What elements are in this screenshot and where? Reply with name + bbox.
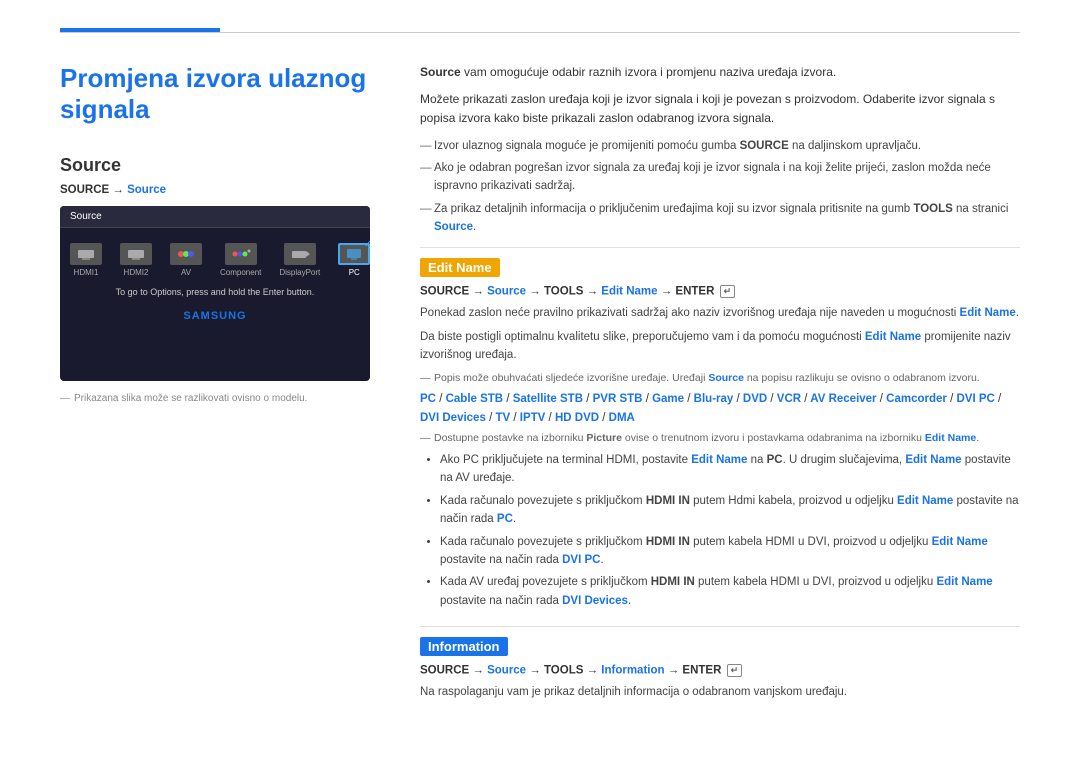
tv-icon-pc[interactable]: ✓ PC xyxy=(338,243,370,277)
dot-item-1: Ako PC priključujete na terminal HDMI, p… xyxy=(440,451,1020,488)
page-container: Promjena izvora ulaznog signala Source S… xyxy=(0,0,1080,763)
tv-icon-box-component xyxy=(225,243,257,265)
info-enter-icon: ↵ xyxy=(727,664,743,677)
information-title: Information xyxy=(420,637,508,656)
cmd-editname-link: Edit Name xyxy=(601,285,657,297)
editname-body-2: Da biste postigli optimalnu kvalitetu sl… xyxy=(420,328,1020,365)
bullet-item-3: Za prikaz detaljnih informacija o priklj… xyxy=(420,200,1020,237)
device-list: PC / Cable STB / Satellite STB / PVR STB… xyxy=(420,390,1020,427)
dot-item-3: Kada računalo povezujete s priključkom H… xyxy=(440,533,1020,570)
cmd-source-link: Source xyxy=(487,285,526,297)
intro-text-1: vam omogućuje odabir raznih izvora i pro… xyxy=(461,65,837,79)
info-cmd-info-link: Information xyxy=(601,665,664,677)
tv-message: To go to Options, press and hold the Ent… xyxy=(60,282,370,302)
edit-name-title: Edit Name xyxy=(420,258,500,277)
intro-bold-source: Source xyxy=(420,65,461,79)
tv-icon-label-av: AV xyxy=(181,268,191,277)
dot-item-2: Kada računalo povezujete s priključkom H… xyxy=(440,492,1020,529)
right-column: Source vam omogućuje odabir raznih izvor… xyxy=(420,63,1020,717)
tv-icon-box-hdmi1 xyxy=(70,243,102,265)
tv-screen: Source HDMI1 HDMI2 xyxy=(60,206,370,381)
tv-screen-header: Source xyxy=(60,206,370,228)
left-column: Promjena izvora ulaznog signala Source S… xyxy=(60,63,380,717)
source-path-link[interactable]: Source xyxy=(127,184,166,196)
samsung-logo: SAMSUNG xyxy=(60,302,370,330)
intro-paragraph-2: Možete prikazati zaslon uređaja koji je … xyxy=(420,90,1020,128)
edit-name-cmd: SOURCE → Source → TOOLS → Edit Name → EN… xyxy=(420,285,1020,298)
edit-name-section: Edit Name SOURCE → Source → TOOLS → Edit… xyxy=(420,258,1020,611)
tv-icon-label-pc: PC xyxy=(349,268,360,277)
info-cmd-source-link: Source xyxy=(487,665,526,677)
separator-2 xyxy=(420,626,1020,627)
tv-icon-av[interactable]: AV xyxy=(170,243,202,277)
editname-note-1: Popis može obuhvaćati sljedeće izvorišne… xyxy=(420,371,1020,387)
editname-note-2: Dostupne postavke na izborniku Picture o… xyxy=(420,431,1020,447)
cmd-tools-label: TOOLS xyxy=(544,285,583,297)
tv-icon-label-hdmi1: HDMI1 xyxy=(74,268,99,277)
intro-bullet-list: Izvor ulaznog signala moguće je promijen… xyxy=(420,137,1020,237)
page-title: Promjena izvora ulaznog signala xyxy=(60,63,380,125)
tv-icon-label-hdmi2: HDMI2 xyxy=(124,268,149,277)
enter-icon: ↵ xyxy=(720,285,736,298)
source-path: SOURCE → Source xyxy=(60,184,380,196)
tv-icon-box-pc: ✓ xyxy=(338,243,370,265)
tv-icon-box-displayport xyxy=(284,243,316,265)
info-cmd-enter-label: ENTER xyxy=(682,665,721,677)
tv-icon-component[interactable]: Component xyxy=(220,243,261,277)
intro-paragraph-1: Source vam omogućuje odabir raznih izvor… xyxy=(420,63,1020,82)
information-body: Na raspolaganju vam je prikaz detaljnih … xyxy=(420,683,1020,701)
tv-icon-box-hdmi2 xyxy=(120,243,152,265)
bullet-item-1: Izvor ulaznog signala moguće je promijen… xyxy=(420,137,1020,155)
tv-icon-hdmi2[interactable]: HDMI2 xyxy=(120,243,152,277)
editname-body-1: Ponekad zaslon neće pravilno prikazivati… xyxy=(420,304,1020,322)
information-section: Information SOURCE → Source → TOOLS → In… xyxy=(420,637,1020,701)
info-cmd-source-label: SOURCE xyxy=(420,665,469,677)
info-cmd-tools-label: TOOLS xyxy=(544,665,583,677)
cmd-enter-label: ENTER xyxy=(675,285,714,297)
tv-icons-row: HDMI1 HDMI2 xyxy=(60,228,370,282)
tv-icon-box-av xyxy=(170,243,202,265)
bullet-item-2: Ako je odabran pogrešan izvor signala za… xyxy=(420,159,1020,196)
separator-1 xyxy=(420,247,1020,248)
content-area: Promjena izvora ulaznog signala Source S… xyxy=(0,33,1080,747)
source-section-title: Source xyxy=(60,155,380,176)
source-path-label: SOURCE → xyxy=(60,184,127,196)
tv-icon-displayport[interactable]: DisplayPort xyxy=(279,243,320,277)
tv-icon-label-component: Component xyxy=(220,268,261,277)
cmd-source-label: SOURCE xyxy=(420,285,469,297)
checkmark-icon: ✓ xyxy=(364,239,370,250)
information-cmd: SOURCE → Source → TOOLS → Information → … xyxy=(420,664,1020,677)
tv-icon-hdmi1[interactable]: HDMI1 xyxy=(70,243,102,277)
editname-dot-list: Ako PC priključujete na terminal HDMI, p… xyxy=(420,451,1020,610)
dot-item-4: Kada AV uređaj povezujete s priključkom … xyxy=(440,573,1020,610)
tv-icon-label-displayport: DisplayPort xyxy=(279,268,320,277)
image-note: Prikazana slika može se razlikovati ovis… xyxy=(60,393,380,404)
